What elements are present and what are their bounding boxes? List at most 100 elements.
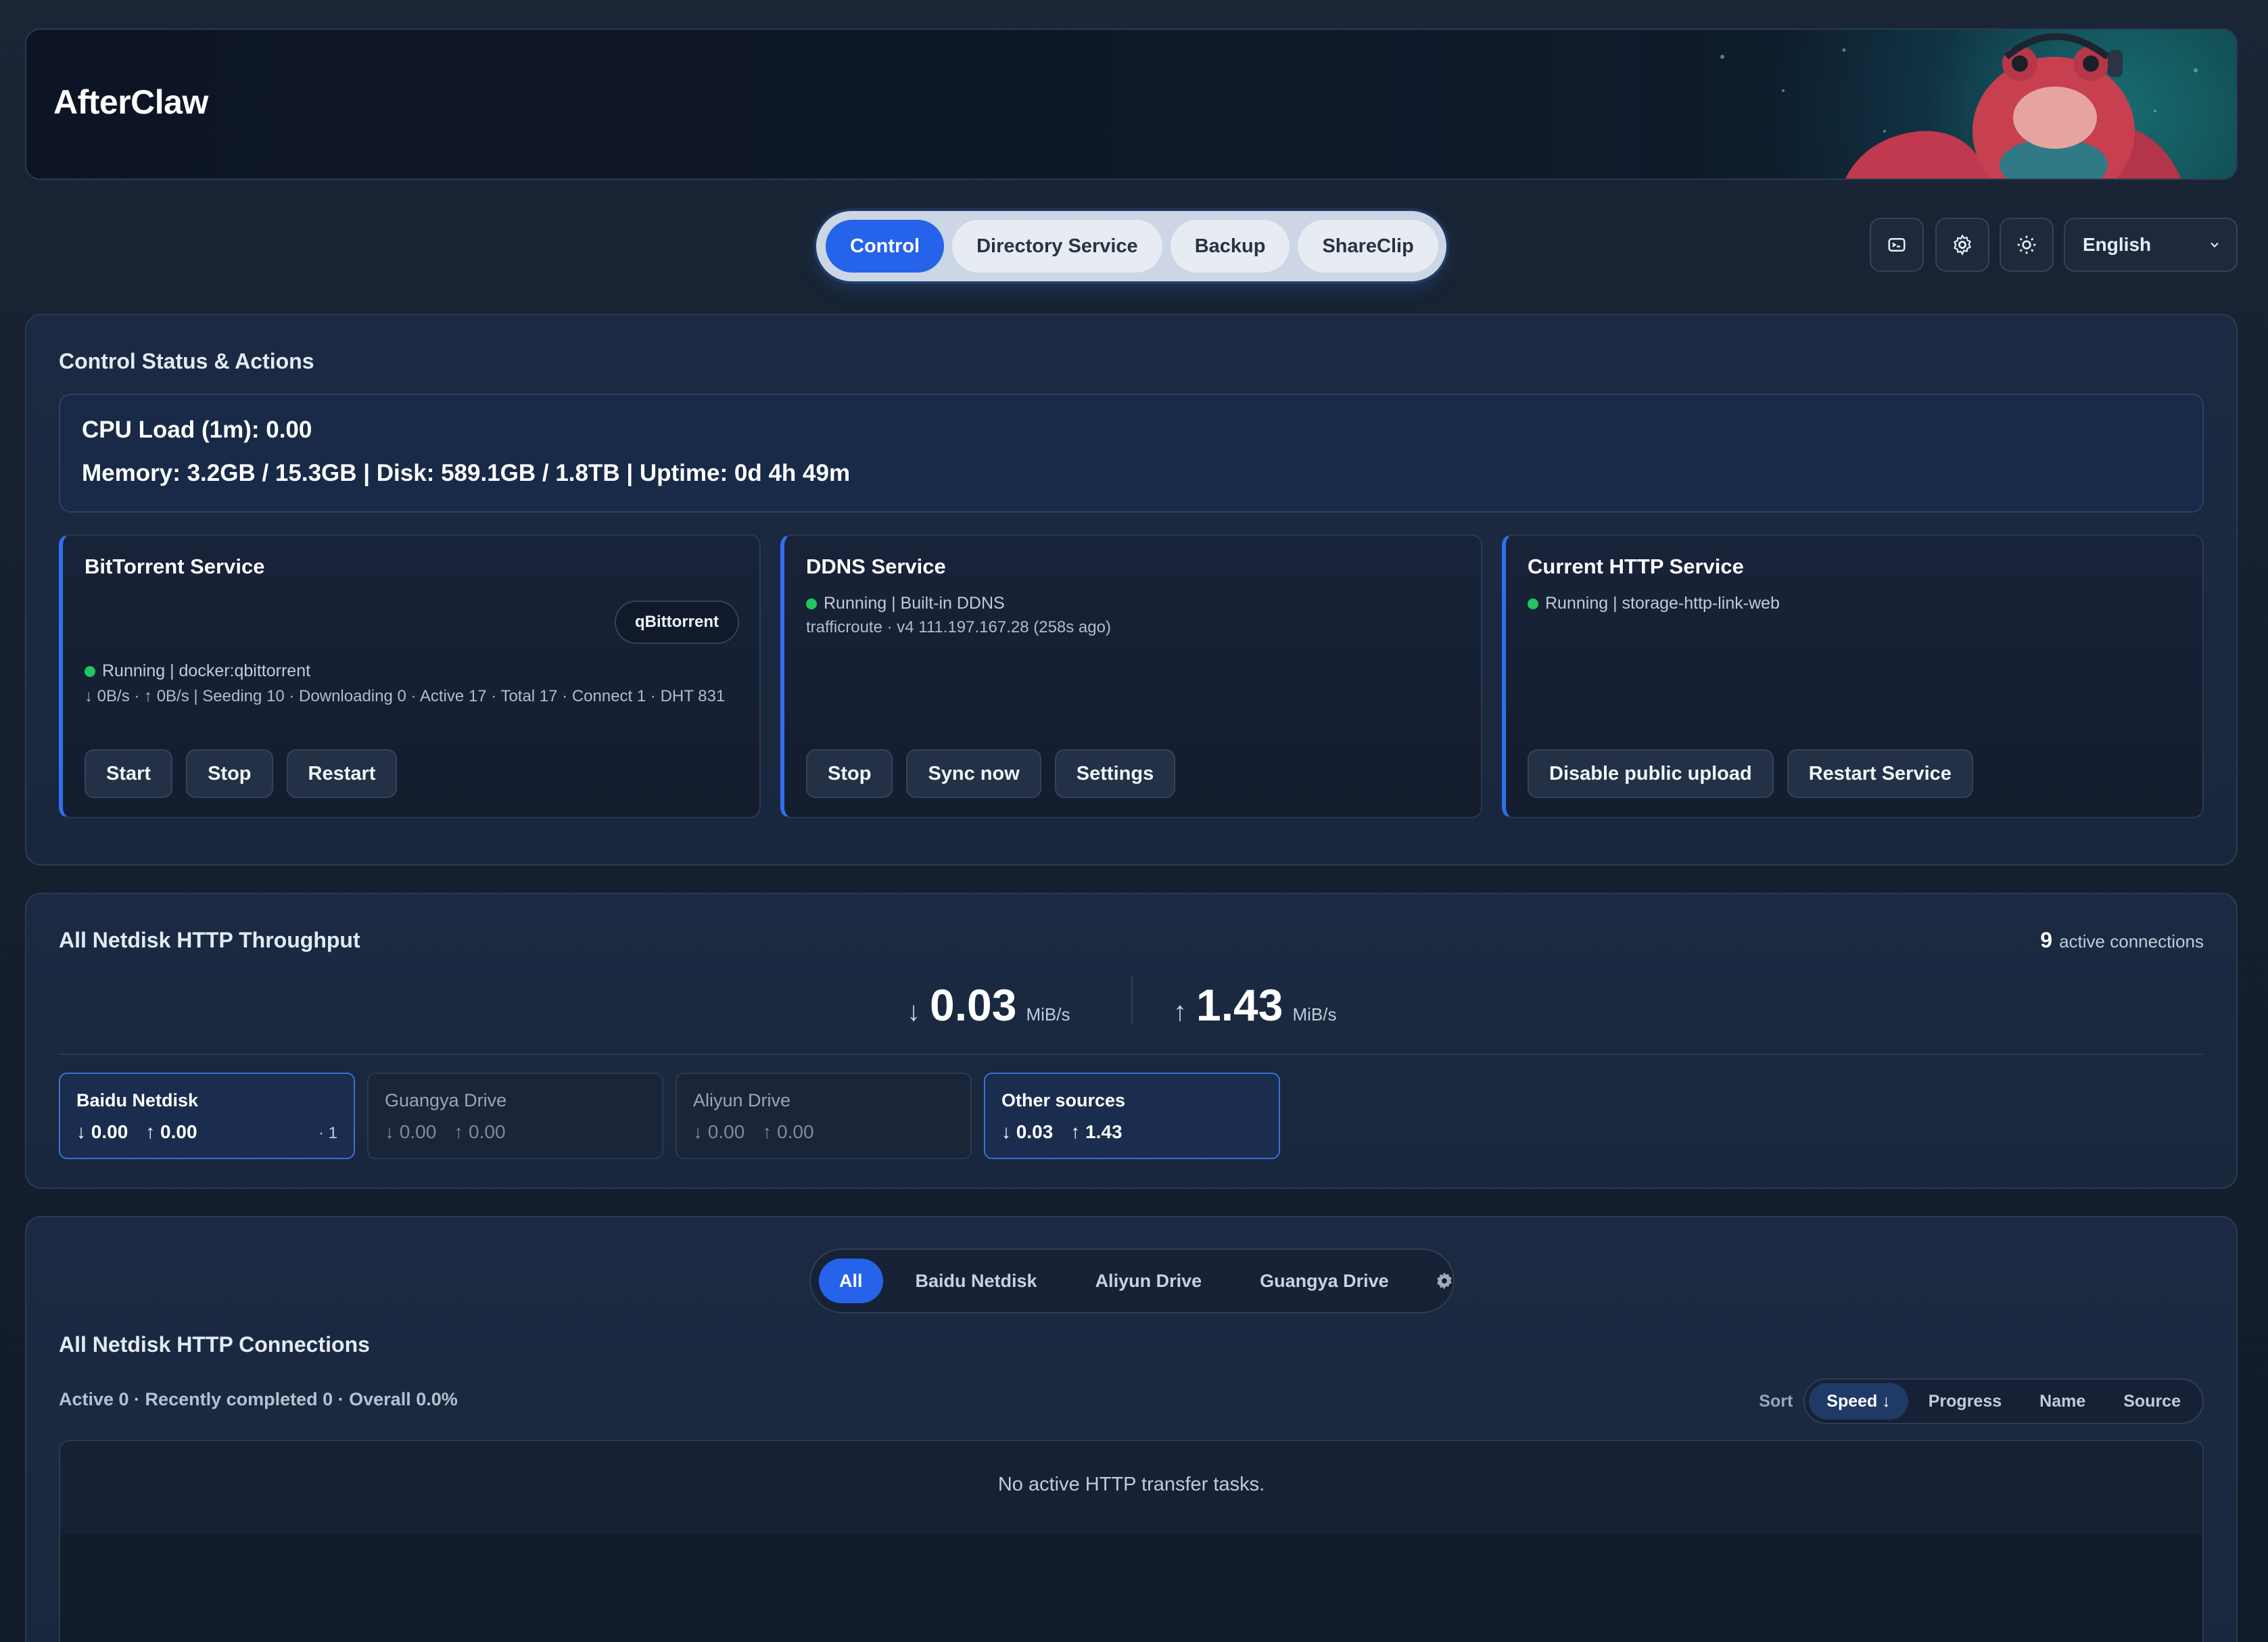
active-connections-label: active connections	[2059, 931, 2204, 952]
ddns-detail-text: trafficroute · v4 111.197.167.28 (258s a…	[806, 618, 1111, 636]
crab-mascot-illustration	[1720, 33, 2198, 179]
source-name: Baidu Netdisk	[76, 1090, 199, 1110]
filter-guangya-drive[interactable]: Guangya Drive	[1234, 1259, 1415, 1303]
ddns-service-title: DDNS Service	[806, 555, 946, 578]
active-connections: 9 active connections	[2040, 928, 2204, 953]
source-up: ↑ 1.43	[1070, 1121, 1123, 1142]
app-title: AfterClaw	[53, 83, 208, 121]
source-name: Aliyun Drive	[693, 1090, 791, 1110]
upload-rate-value: 1.43	[1196, 980, 1283, 1030]
source-rates: ↓ 0.03 ↑ 1.43	[1001, 1121, 1123, 1143]
http-service-card: Current HTTP Service Running | storage-h…	[1502, 534, 2204, 818]
download-rate-value: 0.03	[930, 980, 1017, 1030]
source-up: ↑ 0.00	[762, 1121, 814, 1142]
header-banner-image	[1641, 30, 2236, 179]
theme-toggle-button[interactable]	[2000, 218, 2054, 272]
filter-baidu-netdisk[interactable]: Baidu Netdisk	[890, 1259, 1063, 1303]
connections-title: All Netdisk HTTP Connections	[59, 1332, 370, 1357]
source-name: Other sources	[1001, 1090, 1126, 1110]
empty-state-text: No active HTTP transfer tasks.	[997, 1474, 1265, 1495]
terminal-button[interactable]	[1870, 218, 1924, 272]
source-up: ↑ 0.00	[145, 1121, 197, 1142]
rate-divider	[1131, 977, 1133, 1024]
source-down: ↓ 0.00	[385, 1121, 437, 1142]
throughput-panel: All Netdisk HTTP Throughput 9 active con…	[25, 893, 2238, 1189]
tab-backup[interactable]: Backup	[1170, 220, 1290, 273]
bittorrent-actions: Start Stop Restart	[85, 749, 398, 798]
tab-shareclip[interactable]: ShareClip	[1298, 220, 1438, 273]
http-service-title: Current HTTP Service	[1528, 555, 1744, 578]
bittorrent-status-text: Running | docker:qbittorrent	[102, 661, 311, 680]
throughput-title: All Netdisk HTTP Throughput	[59, 928, 360, 952]
app-header: AfterClaw	[25, 28, 2238, 180]
sort-progress[interactable]: Progress	[1911, 1383, 2019, 1420]
upload-rate-unit: MiB/s	[1292, 1004, 1337, 1025]
ddns-settings-button[interactable]: Settings	[1054, 749, 1176, 798]
restart-button[interactable]: Restart	[286, 749, 398, 798]
source-card-guangya[interactable]: Guangya Drive ↓ 0.00 ↑ 0.00	[367, 1073, 663, 1159]
source-down: ↓ 0.00	[76, 1121, 128, 1142]
control-panel-title: Control Status & Actions	[59, 349, 314, 373]
sort-name[interactable]: Name	[2022, 1383, 2103, 1420]
ddns-status: Running | Built-in DDNS	[806, 594, 1005, 613]
active-connections-count: 9	[2040, 928, 2053, 952]
bittorrent-service-card: BitTorrent Service qBittorrent Running |…	[59, 534, 761, 818]
connections-table: No active HTTP transfer tasks.	[59, 1440, 2204, 1642]
http-actions: Disable public upload Restart Service	[1528, 749, 1973, 798]
client-badge: qBittorrent	[615, 601, 739, 644]
source-filter-bar: All Baidu Netdisk Aliyun Drive Guangya D…	[809, 1248, 1455, 1313]
upload-rate: ↑ 1.43 MiB/s	[1173, 979, 1336, 1031]
start-button[interactable]: Start	[85, 749, 173, 798]
source-down: ↓ 0.03	[1001, 1121, 1054, 1142]
language-select[interactable]: English	[2064, 218, 2238, 272]
tab-directory-service[interactable]: Directory Service	[952, 220, 1162, 273]
chevron-down-icon	[2211, 242, 2219, 248]
status-running-dot	[1528, 598, 1538, 609]
http-status-text: Running | storage-http-link-web	[1545, 594, 1780, 613]
stop-button[interactable]: Stop	[186, 749, 273, 798]
sun-icon	[2017, 235, 2036, 254]
settings-button[interactable]	[1935, 218, 1989, 272]
ddns-stop-button[interactable]: Stop	[806, 749, 893, 798]
source-rates: ↓ 0.00 ↑ 0.00	[385, 1121, 506, 1143]
connections-panel: All Baidu Netdisk Aliyun Drive Guangya D…	[25, 1216, 2238, 1642]
source-card-other[interactable]: Other sources ↓ 0.03 ↑ 1.43	[984, 1073, 1280, 1159]
cpu-load-text: CPU Load (1m): 0.00	[82, 417, 312, 443]
source-rates: ↓ 0.00 ↑ 0.00	[76, 1121, 197, 1143]
filter-all[interactable]: All	[819, 1259, 883, 1303]
tab-control[interactable]: Control	[826, 220, 945, 273]
restart-service-button[interactable]: Restart Service	[1787, 749, 1973, 798]
status-running-dot	[806, 598, 817, 609]
divider	[59, 1054, 2204, 1055]
source-card-aliyun[interactable]: Aliyun Drive ↓ 0.00 ↑ 0.00	[676, 1073, 972, 1159]
filter-settings-button[interactable]	[1421, 1259, 1467, 1303]
ddns-service-card: DDNS Service Running | Built-in DDNS tra…	[780, 534, 1482, 818]
ddns-actions: Stop Sync now Settings	[806, 749, 1176, 798]
gear-icon	[1954, 234, 1971, 256]
source-down: ↓ 0.00	[693, 1121, 745, 1142]
source-card-baidu[interactable]: Baidu Netdisk ↓ 0.00 ↑ 0.00 · 1	[59, 1073, 355, 1159]
sort-options: Speed ↓ Progress Name Source	[1803, 1378, 2204, 1424]
ddns-status-text: Running | Built-in DDNS	[824, 594, 1005, 613]
sort-label: Sort	[1759, 1391, 1793, 1411]
memory-disk-uptime-text: Memory: 3.2GB / 15.3GB | Disk: 589.1GB /…	[82, 460, 851, 486]
sort-source[interactable]: Source	[2106, 1383, 2198, 1420]
arrow-down-icon: ↓	[907, 997, 920, 1027]
bittorrent-stats-text: ↓ 0B/s · ↑ 0B/s | Seeding 10 · Downloadi…	[85, 687, 726, 705]
sort-speed[interactable]: Speed ↓	[1809, 1383, 1908, 1420]
disable-public-upload-button[interactable]: Disable public upload	[1528, 749, 1774, 798]
download-rate-unit: MiB/s	[1026, 1004, 1070, 1025]
arrow-up-icon: ↑	[1173, 997, 1187, 1027]
source-rates: ↓ 0.00 ↑ 0.00	[693, 1121, 814, 1143]
filter-aliyun-drive[interactable]: Aliyun Drive	[1070, 1259, 1228, 1303]
main-tab-bar: Control Directory Service Backup ShareCl…	[816, 211, 1446, 281]
control-panel: Control Status & Actions CPU Load (1m): …	[25, 314, 2238, 866]
sync-now-button[interactable]: Sync now	[906, 749, 1041, 798]
bittorrent-service-title: BitTorrent Service	[85, 555, 265, 578]
source-name: Guangya Drive	[385, 1090, 507, 1110]
status-running-dot	[85, 665, 95, 677]
connections-summary: Active 0 · Recently completed 0 · Overal…	[59, 1389, 458, 1409]
system-stats-box: CPU Load (1m): 0.00 Memory: 3.2GB / 15.3…	[59, 394, 2204, 513]
terminal-icon	[1888, 238, 1906, 252]
bittorrent-status: Running | docker:qbittorrent	[85, 661, 310, 681]
